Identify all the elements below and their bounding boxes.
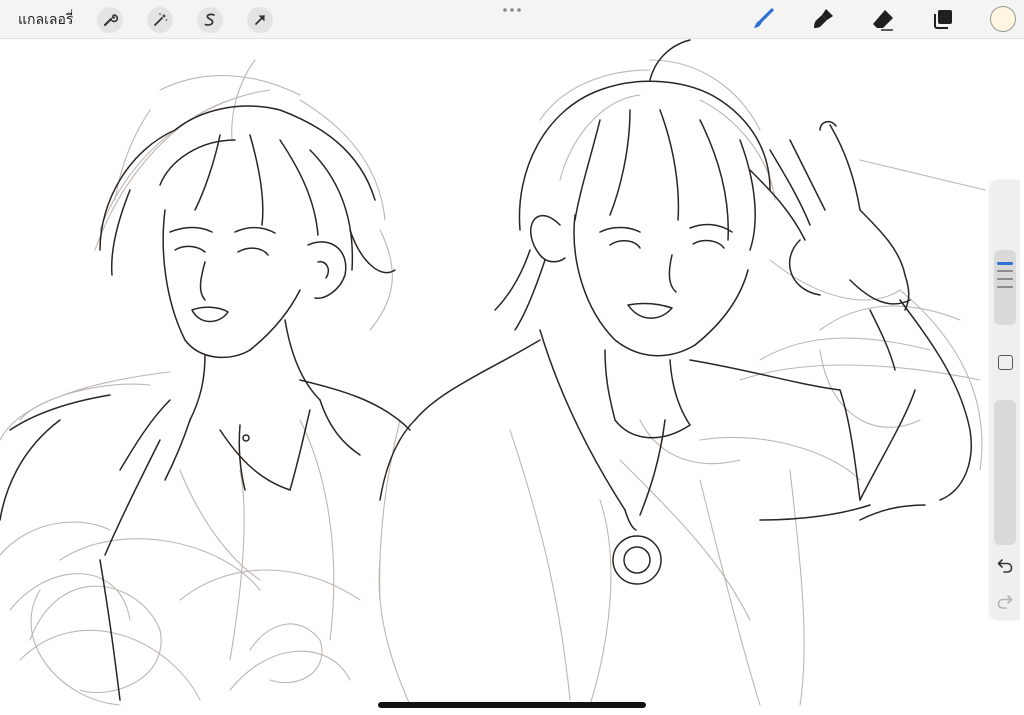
color-picker-button[interactable]: [990, 6, 1016, 32]
drawing-canvas[interactable]: [0, 39, 1024, 715]
smudge-icon: [814, 9, 833, 28]
wrench-icon: [104, 14, 118, 26]
slider-tick: [997, 278, 1013, 280]
modify-button[interactable]: [998, 355, 1013, 370]
opacity-slider[interactable]: [994, 400, 1016, 545]
brush-icon: [754, 8, 774, 28]
brush-tool-button[interactable]: [750, 7, 776, 31]
layers-button[interactable]: [930, 7, 956, 31]
construction-sketch-lines: [0, 59, 986, 706]
selection-s-icon: [204, 13, 215, 26]
gallery-button[interactable]: แกลเลอรี่: [18, 9, 73, 31]
arrow-cursor-icon: [255, 15, 265, 25]
slider-tick: [997, 286, 1013, 288]
brush-size-handle[interactable]: [997, 262, 1013, 265]
selection-button[interactable]: [197, 7, 223, 33]
layers-icon: [934, 10, 952, 29]
canvas-options-grip[interactable]: [502, 7, 522, 13]
slider-tick: [997, 270, 1013, 272]
eraser-tool-button[interactable]: [870, 7, 896, 31]
actions-wrench-button[interactable]: [97, 7, 123, 33]
side-toolbar: [990, 180, 1020, 620]
adjustments-button[interactable]: [147, 7, 173, 33]
top-toolbar: แกลเลอรี่: [0, 0, 1024, 39]
undo-icon[interactable]: [996, 556, 1014, 574]
smudge-tool-button[interactable]: [810, 7, 836, 31]
left-figure-lineart: [0, 105, 411, 701]
home-indicator: [378, 702, 646, 708]
right-figure-lineart: [379, 39, 972, 585]
magic-wand-icon: [154, 13, 168, 26]
eraser-icon: [873, 10, 893, 31]
transform-button[interactable]: [247, 7, 273, 33]
brush-size-slider[interactable]: [994, 250, 1016, 325]
redo-icon[interactable]: [996, 592, 1014, 610]
